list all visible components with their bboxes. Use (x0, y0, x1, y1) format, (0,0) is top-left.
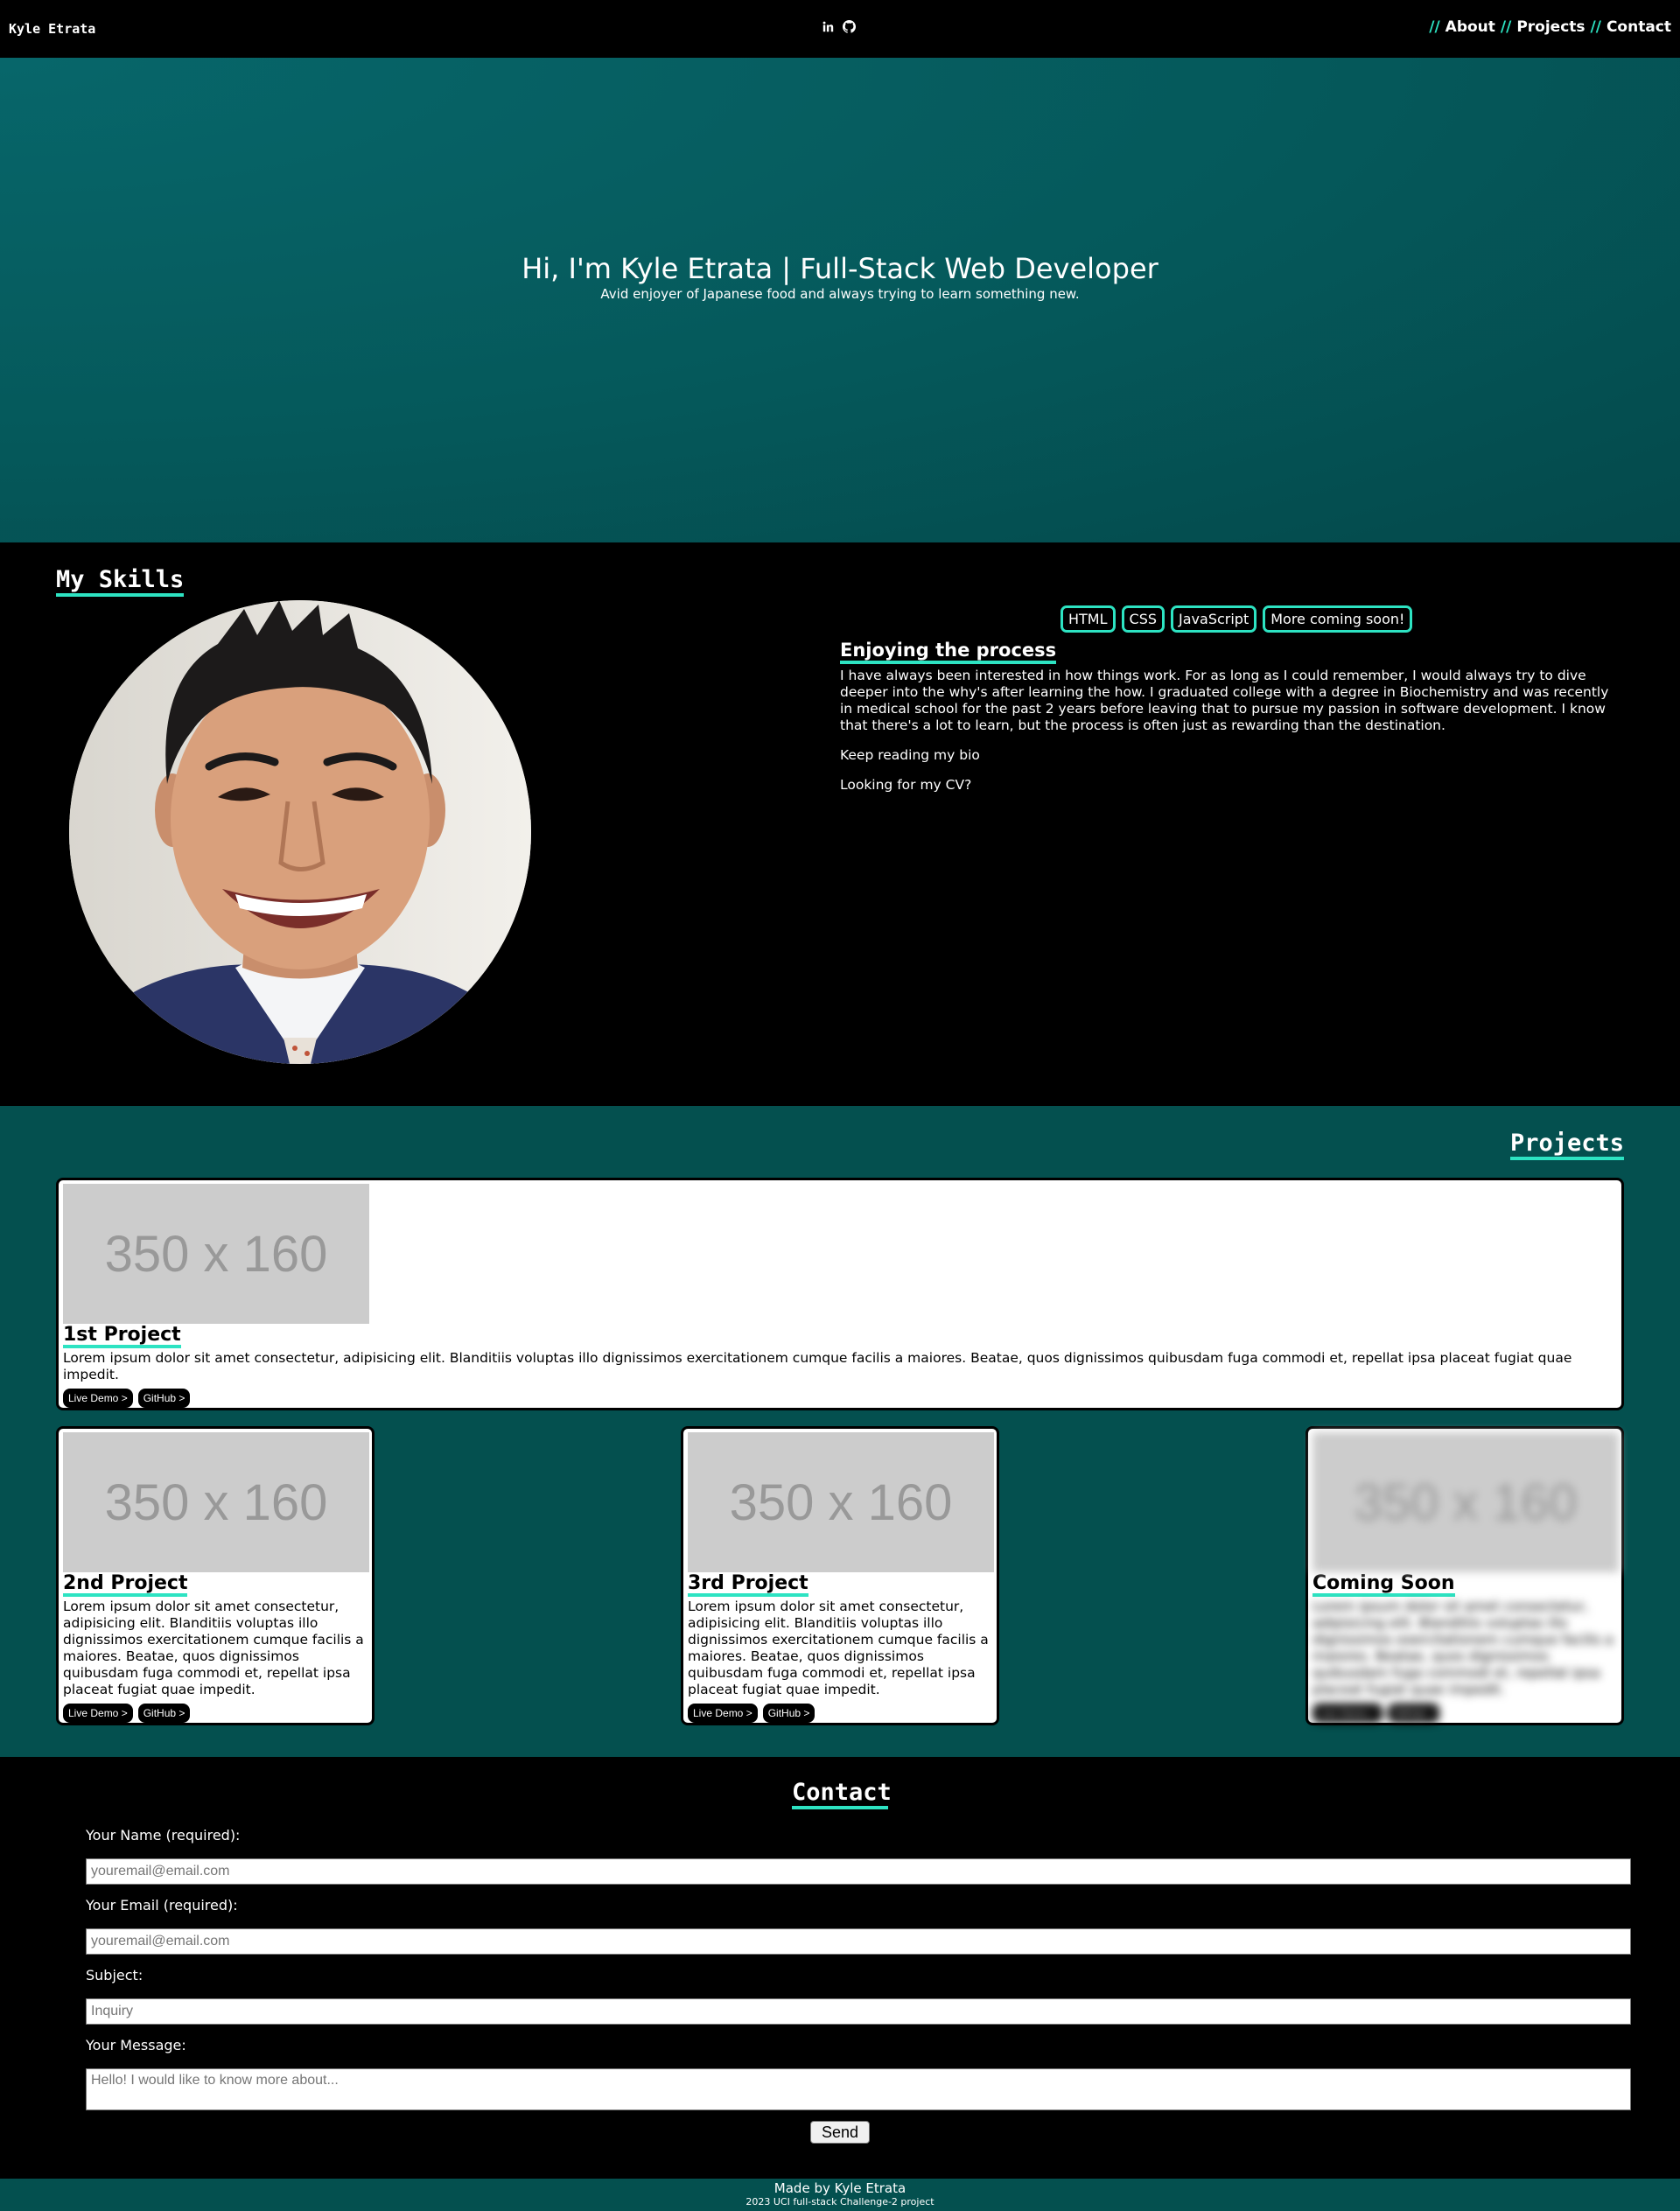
project-title: Coming Soon (1312, 1573, 1455, 1597)
social-links (821, 19, 856, 33)
site-header: Kyle Etrata // About // Projects // Cont… (0, 0, 1680, 58)
github-button[interactable]: GitHub > (137, 1704, 191, 1723)
site-footer: Made by Kyle Etrata 2023 UCI full-stack … (0, 2179, 1680, 2211)
about-block: Enjoying the process I have always been … (840, 640, 1610, 794)
skill-tags: HTML CSS JavaScript More coming soon! (1060, 605, 1413, 633)
project-card[interactable]: 350 x 160 2nd Project Lorem ipsum dolor … (56, 1426, 374, 1725)
project-card-featured[interactable]: 350 x 160 1st Project Lorem ipsum dolor … (56, 1178, 1624, 1410)
send-button[interactable]: Send (810, 2121, 870, 2144)
live-demo-button[interactable]: Live Demo > (688, 1704, 758, 1723)
project-card[interactable]: 350 x 160 3rd Project Lorem ipsum dolor … (681, 1426, 999, 1725)
name-field[interactable] (86, 1858, 1631, 1885)
skill-tag-javascript: JavaScript (1171, 605, 1257, 633)
nav-separator: // (1590, 18, 1601, 36)
footer-note: 2023 UCI full-stack Challenge-2 project (746, 2196, 934, 2208)
project-description: Lorem ipsum dolor sit amet consectetur, … (63, 1599, 364, 1697)
message-label: Your Message: (86, 2037, 186, 2054)
email-field[interactable] (86, 1928, 1631, 1955)
about-heading: Enjoying the process (840, 640, 1057, 664)
github-icon[interactable] (842, 19, 856, 33)
bio-link[interactable]: Keep reading my bio (840, 747, 1610, 764)
project-buttons: Live Demo > GitHub > (63, 1389, 1617, 1408)
nav-item-contact[interactable]: Contact (1606, 18, 1671, 36)
main-nav: // About // Projects // Contact (1429, 18, 1671, 36)
about-text: I have always been interested in how thi… (840, 668, 1609, 733)
project-description: Lorem ipsum dolor sit amet consectetur, … (1312, 1599, 1614, 1697)
nav-item-about[interactable]: About (1446, 18, 1495, 36)
contact-section: Contact Your Name (required): Your Email… (0, 1757, 1680, 2179)
profile-photo (69, 600, 531, 1064)
project-title: 2nd Project (63, 1573, 188, 1597)
nav-separator: // (1429, 18, 1440, 36)
project-title: 1st Project (63, 1325, 181, 1348)
project-thumbnail: 350 x 160 (1312, 1432, 1619, 1572)
github-button: GitHub > (1387, 1704, 1440, 1723)
skills-title: My Skills (56, 567, 185, 597)
email-label: Your Email (required): (86, 1897, 238, 1914)
live-demo-button[interactable]: Live Demo > (63, 1389, 133, 1408)
github-button[interactable]: GitHub > (762, 1704, 816, 1723)
project-buttons: Live Demo > GitHub > (1312, 1704, 1617, 1723)
skill-tag-html: HTML (1060, 605, 1116, 633)
contact-title: Contact (792, 1780, 892, 1809)
hero-subtitle: Avid enjoyer of Japanese food and always… (600, 286, 1080, 302)
skill-tag-coming-soon: More coming soon! (1263, 605, 1413, 633)
github-button[interactable]: GitHub > (137, 1389, 191, 1408)
contact-form: Your Name (required): Your Email (requir… (86, 1827, 1631, 2110)
nav-item-projects[interactable]: Projects (1516, 18, 1585, 36)
live-demo-button[interactable]: Live Demo > (63, 1704, 133, 1723)
project-thumbnail: 350 x 160 (688, 1432, 994, 1572)
linkedin-icon[interactable] (821, 19, 835, 33)
project-description: Lorem ipsum dolor sit amet consectetur, … (688, 1599, 989, 1697)
projects-title: Projects (1509, 1130, 1624, 1160)
live-demo-button: Live Demo > (1312, 1704, 1382, 1723)
name-label: Your Name (required): (86, 1827, 241, 1844)
message-field[interactable] (86, 2068, 1631, 2110)
project-thumbnail: 350 x 160 (63, 1432, 369, 1572)
brand-name[interactable]: Kyle Etrata (9, 21, 95, 37)
project-thumbnail: 350 x 160 (63, 1184, 369, 1324)
hero-title: Hi, I'm Kyle Etrata | Full-Stack Web Dev… (522, 252, 1158, 285)
subject-field[interactable] (86, 1998, 1631, 2025)
nav-separator: // (1500, 18, 1512, 36)
subject-label: Subject: (86, 1967, 144, 1984)
hero-section: Hi, I'm Kyle Etrata | Full-Stack Web Dev… (0, 58, 1680, 542)
project-card-coming-soon: 350 x 160 Coming Soon Lorem ipsum dolor … (1306, 1426, 1624, 1725)
project-buttons: Live Demo > GitHub > (688, 1704, 992, 1723)
cv-link[interactable]: Looking for my CV? (840, 777, 1610, 794)
skills-section: My Skills HTML CSS JavaScript More comin… (0, 542, 1680, 1106)
projects-section: Projects 350 x 160 1st Project Lorem ips… (0, 1106, 1680, 1757)
footer-credit: Made by Kyle Etrata (774, 2180, 906, 2196)
project-title: 3rd Project (688, 1573, 808, 1597)
project-description: Lorem ipsum dolor sit amet consectetur, … (63, 1350, 1572, 1382)
project-buttons: Live Demo > GitHub > (63, 1704, 368, 1723)
skill-tag-css: CSS (1121, 605, 1166, 633)
